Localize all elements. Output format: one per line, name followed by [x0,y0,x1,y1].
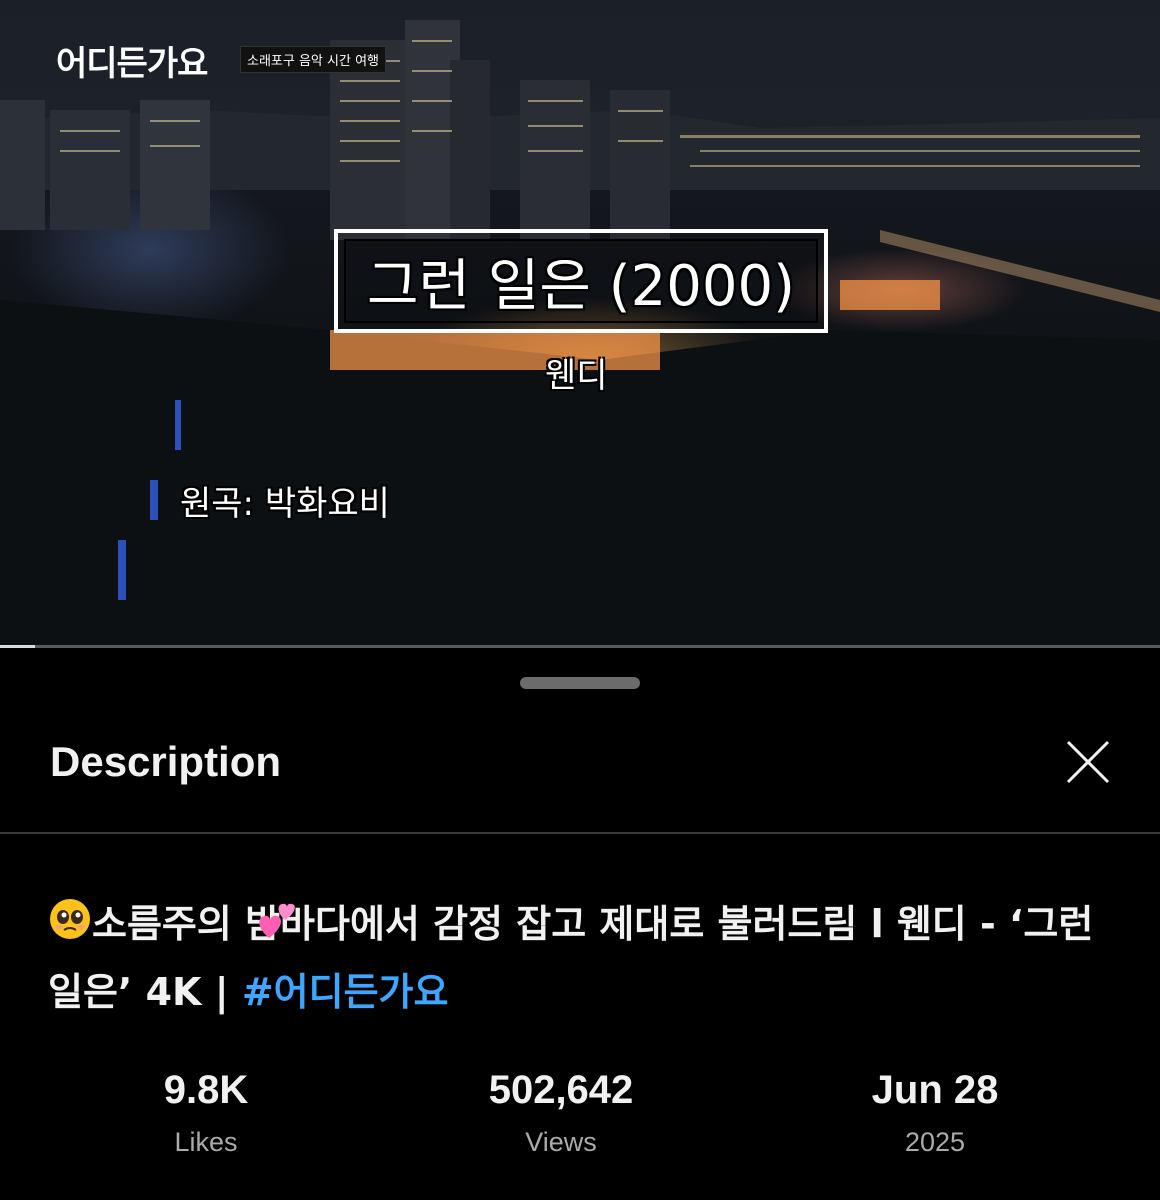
stats-row: 9.8K Likes 502,642 Views Jun 28 2025 [0,1068,1160,1178]
song-artist: 웬디 [545,356,608,396]
description-header: Description [0,700,1160,832]
close-button[interactable] [1060,734,1116,790]
video-player[interactable]: 어디든가요 소래포구 음악 시간 여행 그런 일은 (2000) 웬디 원곡: … [0,0,1160,648]
close-icon [1066,740,1110,784]
video-title: 소름주의 밤바다에서 감정 잡고 제대로 불러드림 l 웬디 - ‘그런일은’ … [48,892,1128,1024]
progress-fill [0,645,35,648]
date-stat: Jun 28 2025 [785,1068,1085,1158]
channel-subtitle: 소래포구 음악 시간 여행 [240,46,386,73]
progress-bar[interactable] [0,645,1160,648]
hashtag-link[interactable]: #어디든가요 [242,970,449,1014]
pleading-face-emoji [48,896,92,960]
drag-handle[interactable] [520,677,640,689]
song-title-box: 그런 일은 (2000) [334,229,828,333]
views-label: Views [525,1127,597,1157]
channel-logo: 어디든가요 [56,44,208,84]
likes-value: 9.8K [163,1068,249,1112]
likes-stat: 9.8K Likes [56,1068,356,1158]
views-value: 502,642 [488,1068,634,1112]
views-stat: 502,642 Views [411,1068,711,1158]
two-hearts-emoji [255,898,301,946]
song-title: 그런 일은 (2000) [367,253,795,319]
description-title: Description [50,738,282,785]
date-year: 2025 [904,1127,966,1157]
divider [0,832,1160,834]
date-value: Jun 28 [871,1068,999,1112]
original-credit: 원곡: 박화요비 [180,484,390,524]
likes-label: Likes [174,1127,238,1157]
video-title-text: 소름주의 밤바다에서 감정 잡고 제대로 불러드림 l 웬디 - ‘그런일은’ … [48,902,1094,1014]
